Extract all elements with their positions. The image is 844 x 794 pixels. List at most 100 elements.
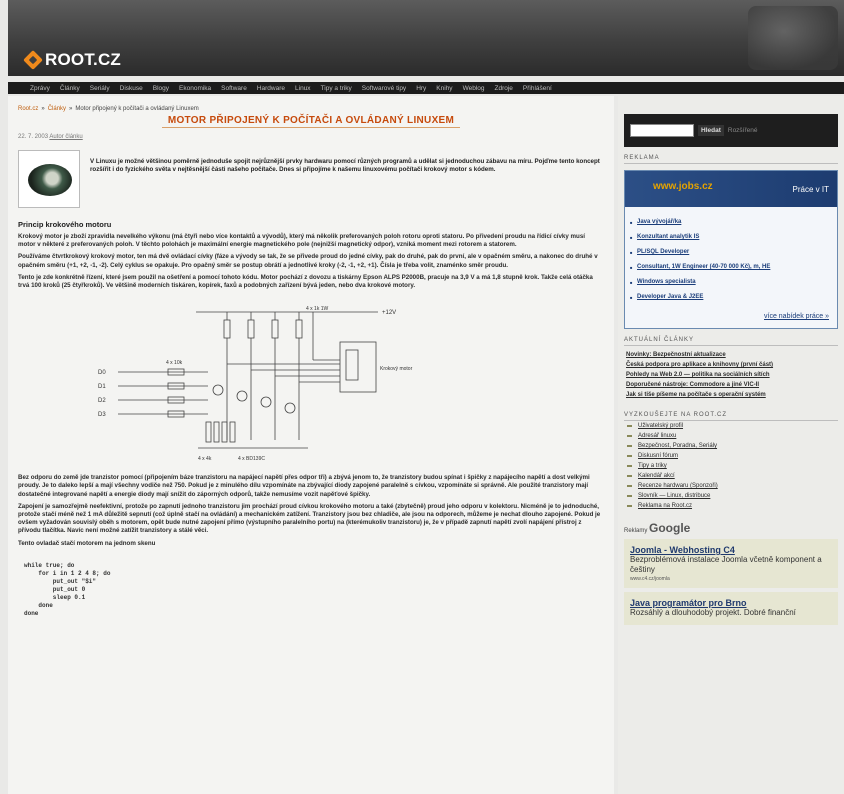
google-ad[interactable]: Java programátor pro Brno Rozsáhlý a dlou… bbox=[624, 592, 838, 625]
job-link[interactable]: Consultant, 1W Engineer (40-70 000 Kč), … bbox=[630, 260, 829, 275]
page-title: Motor připojený k počítači a ovládaný Li… bbox=[18, 115, 604, 128]
paragraph: Krokový motor je zboží zpravidla nevelké… bbox=[18, 233, 585, 249]
google-logo: Google bbox=[649, 521, 691, 535]
nav-item[interactable]: Weblog bbox=[463, 85, 485, 92]
logo-icon bbox=[23, 50, 43, 70]
search-box: Hledat Rozšířené bbox=[624, 114, 838, 147]
diagram-bottom-label: 4 x 4k bbox=[198, 456, 212, 462]
article-link[interactable]: Jak si tiše píšeme na počítače s operačn… bbox=[626, 390, 836, 400]
nav-item[interactable]: Diskuse bbox=[120, 85, 143, 92]
ad-heading: Reklama bbox=[624, 155, 838, 164]
advanced-search-link[interactable]: Rozšířené bbox=[728, 127, 758, 134]
job-link[interactable]: Developer Java & J2EE bbox=[630, 290, 829, 305]
breadcrumb-item[interactable]: Root.cz bbox=[18, 106, 38, 112]
article-date: 22. 7. 2003 bbox=[18, 134, 49, 140]
diagram-input: D2 bbox=[98, 398, 106, 404]
diagram-input: D3 bbox=[98, 412, 106, 418]
jobs-list: Java vývojář/kaKonzultant analytik ISPL/… bbox=[625, 207, 837, 309]
try-link[interactable]: Tipy a triky bbox=[624, 461, 838, 471]
breadcrumb-current: Motor připojený k počítači a ovládaný Li… bbox=[75, 106, 199, 112]
article-link[interactable]: Pohledy na Web 2.0 — politika na sociáln… bbox=[626, 370, 836, 380]
top-navigation: Zprávy Články Seriály Diskuse Blogy Ekonomika… bbox=[8, 82, 844, 94]
paragraph: Tento ovladač stačí motorem na jednom sk… bbox=[18, 539, 156, 547]
nav-item[interactable]: Články bbox=[60, 85, 80, 92]
header-decoration bbox=[748, 6, 838, 70]
try-link[interactable]: Diskusní fórum bbox=[624, 451, 838, 461]
nav-item[interactable]: Hardware bbox=[257, 85, 285, 92]
job-link[interactable]: Java vývojář/ka bbox=[630, 215, 829, 230]
diagram-resistors-label: 4 x 10k bbox=[166, 360, 183, 366]
jobs-box: www.jobs.cz Práce v IT Java vývojář/kaKo… bbox=[624, 170, 838, 329]
motor-thumbnail bbox=[18, 150, 80, 208]
try-link[interactable]: Recenze hardwaru (Sponzoři) bbox=[624, 481, 838, 491]
google-ads-heading: Reklamy Google bbox=[624, 521, 838, 535]
ad-title[interactable]: Joomla - Webhosting C4 bbox=[630, 545, 832, 555]
article-column: Root.cz » Články » Motor připojený k poč… bbox=[8, 96, 614, 794]
paragraph: Zapojení je samozřejmě neefektivní, prot… bbox=[18, 502, 601, 535]
ads-label: Reklamy bbox=[624, 528, 648, 534]
diagram-vcc: +12V bbox=[382, 310, 396, 316]
nav-item[interactable]: Seriály bbox=[90, 85, 110, 92]
nav-item[interactable]: Přihlášení bbox=[523, 85, 552, 92]
try-link[interactable]: Slovník — Linux, distribuce bbox=[624, 491, 838, 501]
diagram-top-resistors: 4 x 1k 1W bbox=[306, 306, 329, 312]
paragraph: Tento je zde konkrétně řízení, které jse… bbox=[18, 273, 593, 290]
nav-item[interactable]: Linux bbox=[295, 85, 311, 92]
nav-item[interactable]: Software bbox=[221, 85, 247, 92]
article-author-link[interactable]: Autor článku bbox=[49, 134, 82, 140]
search-input[interactable] bbox=[630, 124, 694, 137]
jobs-more-link[interactable]: více nabídek práce » bbox=[625, 309, 837, 328]
site-logo[interactable]: ROOT.CZ bbox=[23, 50, 121, 70]
nav-item[interactable]: Blogy bbox=[153, 85, 169, 92]
nav-item[interactable]: Zdroje bbox=[494, 85, 512, 92]
paragraph: Používáme čtvrtkrokový krokový motor, te… bbox=[18, 253, 598, 269]
breadcrumb: Root.cz » Články » Motor připojený k poč… bbox=[18, 106, 604, 112]
article-lead: V Linuxu je možné většinou poměrně jedno… bbox=[18, 150, 604, 208]
ads-list: Joomla - Webhosting C4 Bezproblémová inst… bbox=[624, 539, 838, 625]
try-link[interactable]: Uživatelský profil bbox=[624, 421, 838, 431]
article-meta: 22. 7. 2003 Autor článku bbox=[18, 134, 604, 140]
jobs-logo: www.jobs.cz bbox=[653, 181, 713, 192]
nav-item[interactable]: Hry bbox=[416, 85, 426, 92]
circuit-diagram: +12V 4 x 1k 1W D0 D1 D2 D3 4 x 10k Kroko… bbox=[98, 306, 413, 462]
jobs-tagline: Práce v IT bbox=[792, 185, 829, 194]
nav-item[interactable]: Zprávy bbox=[30, 85, 50, 92]
page: ROOT.CZ Zprávy Články Seriály Diskuse Blogy E… bbox=[0, 0, 844, 794]
article-link[interactable]: Novinky: Bezpečnostní aktualizace bbox=[626, 350, 836, 360]
nav-item[interactable]: Ekonomika bbox=[179, 85, 211, 92]
code-listing: while true; do for i in 1 2 4 8; do put_… bbox=[24, 561, 111, 617]
breadcrumb-item[interactable]: Články bbox=[48, 106, 66, 112]
job-link[interactable]: Konzultant analytik IS bbox=[630, 230, 829, 245]
diagram-input: D1 bbox=[98, 384, 106, 390]
try-link[interactable]: Adresář linuxu bbox=[624, 431, 838, 441]
diagram-input: D0 bbox=[98, 370, 106, 376]
try-link[interactable]: Bezpečnost, Poradna, Seriály bbox=[624, 441, 838, 451]
article-link[interactable]: Doporučené nástroje: Commodore a jiné VI… bbox=[626, 380, 836, 390]
current-articles-list: Novinky: Bezpečnostní aktualizace Česká p… bbox=[624, 346, 838, 404]
breadcrumb-separator: » bbox=[41, 106, 45, 112]
section-heading: Princip krokového motoru bbox=[18, 220, 112, 229]
try-list: Uživatelský profil Adresář linuxu Bezpečno… bbox=[624, 421, 838, 511]
lead-text: V Linuxu je možné většinou poměrně jedno… bbox=[90, 158, 600, 173]
current-articles-heading: Aktuální články bbox=[624, 337, 838, 346]
ad-url: www.c4.cz/joomla bbox=[630, 576, 670, 582]
ad-body: Rozsáhlý a dlouhodobý projekt. Dobré fin… bbox=[630, 608, 796, 617]
search-button[interactable]: Hledat bbox=[698, 125, 724, 136]
google-ad[interactable]: Joomla - Webhosting C4 Bezproblémová inst… bbox=[624, 539, 838, 588]
try-heading: Vyzkoušejte na Root.cz bbox=[624, 412, 838, 421]
breadcrumb-separator: » bbox=[69, 106, 73, 112]
job-link[interactable]: Windows specialista bbox=[630, 275, 829, 290]
try-link[interactable]: Reklama na Root.cz bbox=[624, 501, 838, 511]
article-link[interactable]: Česká podpora pro aplikace a knihovny (p… bbox=[626, 360, 836, 370]
jobs-banner[interactable]: www.jobs.cz Práce v IT bbox=[625, 171, 837, 207]
try-link[interactable]: Kalendář akcí bbox=[624, 471, 838, 481]
sidebar: Hledat Rozšířené Reklama www.jobs.cz Prá… bbox=[618, 96, 844, 794]
job-link[interactable]: PL/SQL Developer bbox=[630, 245, 829, 260]
ad-body: Bezproblémová instalace Joomla včetně ko… bbox=[630, 555, 822, 574]
nav-item[interactable]: Softwarové tipy bbox=[362, 85, 406, 92]
paragraph: Bez odporu do země jde tranzistor pomocí… bbox=[18, 474, 590, 498]
site-header: ROOT.CZ bbox=[8, 0, 844, 76]
nav-item[interactable]: Knihy bbox=[436, 85, 452, 92]
ad-title[interactable]: Java programátor pro Brno bbox=[630, 598, 832, 608]
nav-item[interactable]: Tipy a triky bbox=[321, 85, 352, 92]
